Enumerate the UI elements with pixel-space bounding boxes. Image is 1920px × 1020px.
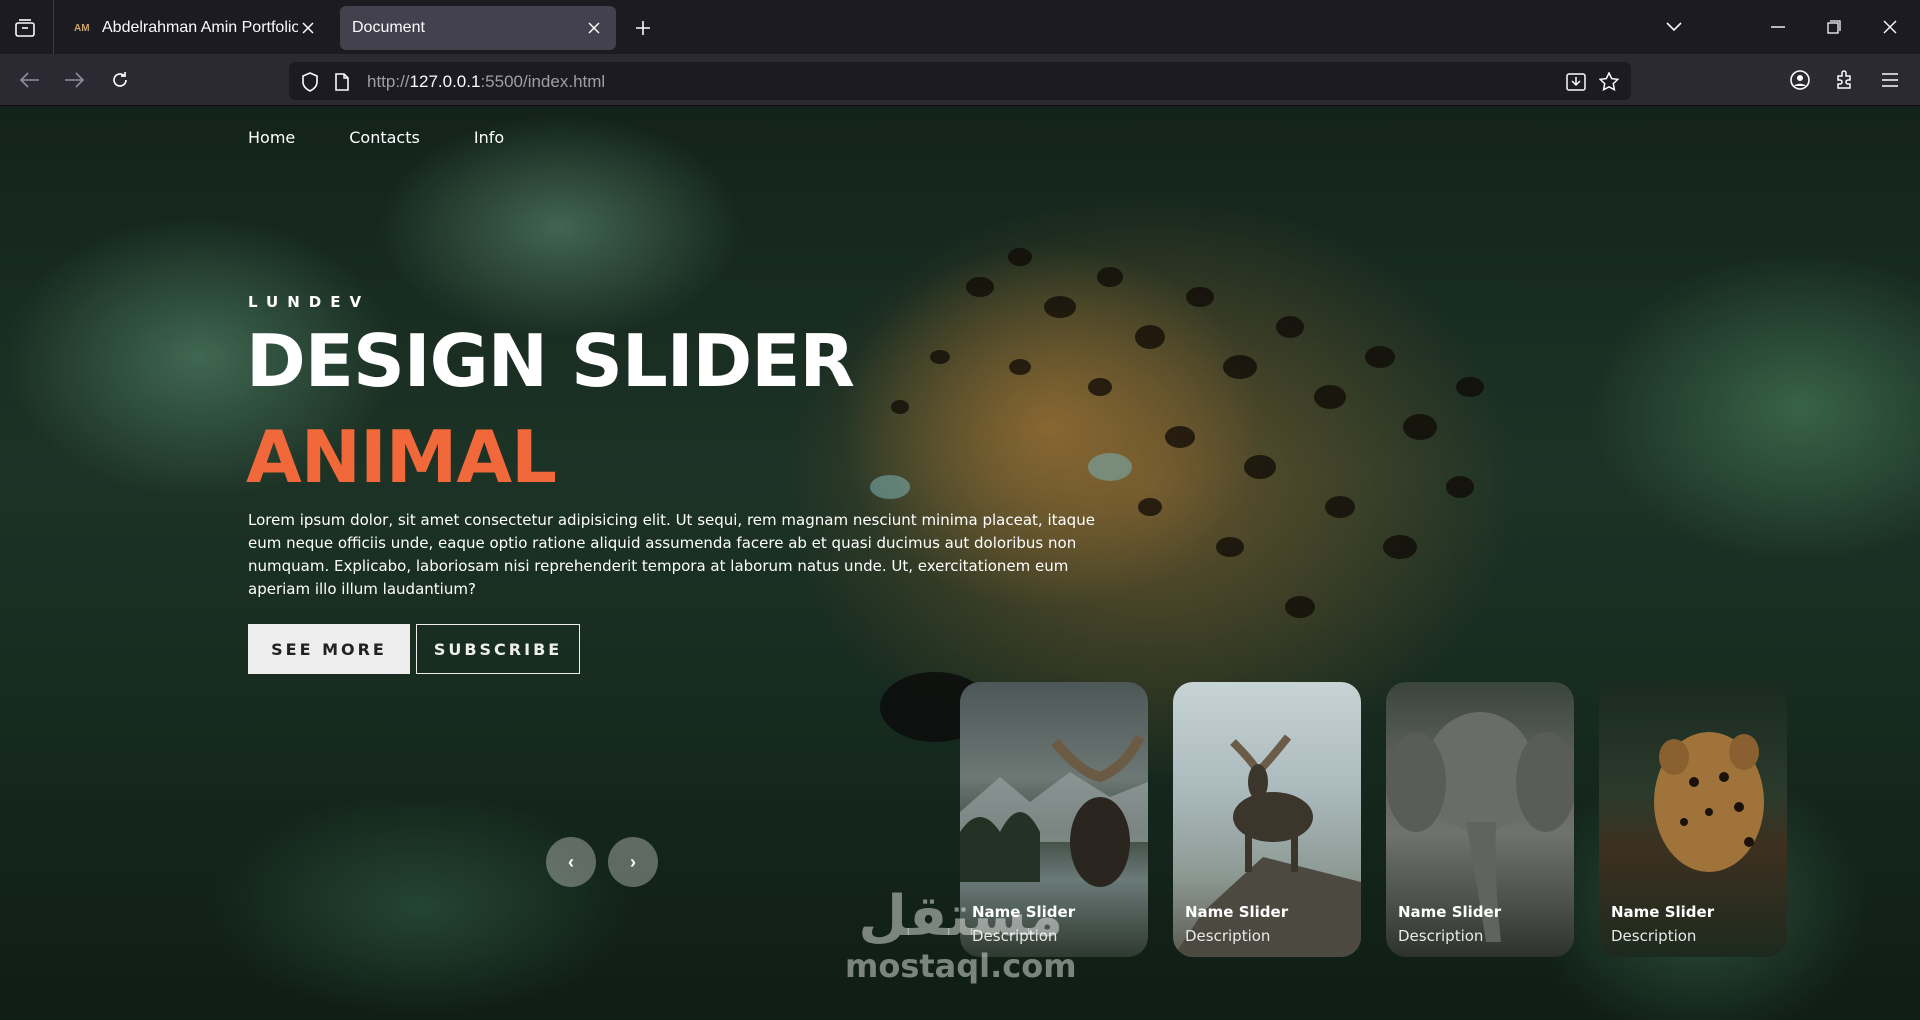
thumbnail-info: Name Slider Description	[1398, 903, 1501, 945]
reload-icon[interactable]	[104, 65, 136, 95]
mostaql-watermark: مستقل mostaql.com	[845, 884, 1077, 986]
slider-arrows: ‹ ›	[546, 837, 658, 887]
navigation-bar: http://127.0.0.1:5500/index.html	[0, 54, 1920, 106]
prev-arrow-button[interactable]: ‹	[546, 837, 596, 887]
portfolio-favicon-icon: AM	[74, 22, 90, 34]
slide-buttons: SEE MORE SUBSCRIBE	[248, 624, 580, 674]
slide-title: DESIGN SLIDER	[246, 319, 855, 403]
thumbnail-name: Name Slider	[1185, 903, 1289, 921]
slide-author: LUNDEV	[248, 293, 371, 311]
new-tab-icon[interactable]	[628, 14, 658, 42]
restore-icon[interactable]	[1816, 12, 1852, 42]
close-tab-icon[interactable]	[298, 18, 318, 38]
thumbnail-elephant[interactable]: Name Slider Description	[1386, 682, 1574, 957]
close-window-icon[interactable]	[1872, 12, 1908, 42]
menu-item-info[interactable]: Info	[474, 128, 504, 147]
thumbnail-info: Name Slider Description	[1611, 903, 1714, 945]
save-page-icon[interactable]	[1565, 71, 1587, 93]
thumbnail-jaguar[interactable]: Name Slider Description	[1599, 682, 1787, 957]
bookmark-star-icon[interactable]	[1598, 71, 1620, 93]
extensions-icon[interactable]	[1829, 65, 1861, 95]
back-icon[interactable]	[14, 65, 46, 95]
watermark-latin: mostaql.com	[845, 947, 1077, 985]
url-host: 127.0.0.1	[409, 72, 481, 91]
tab-list-icon[interactable]	[10, 14, 40, 42]
thumbnail-list: Name Slider Description Name Slider Desc…	[960, 682, 1787, 957]
thumbnail-description: Description	[1398, 927, 1484, 945]
menu-item-contacts[interactable]: Contacts	[349, 128, 420, 147]
thumbnail-description: Description	[1611, 927, 1697, 945]
tab-title: Abdelrahman Amin Portfolio	[102, 19, 298, 36]
tab-document[interactable]: Document	[340, 6, 616, 50]
slide-description: Lorem ipsum dolor, sit amet consectetur …	[248, 511, 1095, 598]
thumbnail-moose-rock[interactable]: Name Slider Description	[1173, 682, 1361, 957]
forward-icon[interactable]	[58, 65, 90, 95]
thumbnail-description: Description	[1185, 927, 1271, 945]
slider-page: Home Contacts Info LUNDEV DESIGN SLIDER …	[0, 107, 1920, 1020]
tab-bar: AM Abdelrahman Amin Portfolio Document	[0, 0, 1920, 54]
menu-icon[interactable]	[1874, 65, 1906, 95]
close-tab-icon[interactable]	[584, 18, 604, 38]
minimize-icon[interactable]	[1760, 12, 1796, 42]
url-text[interactable]: http://127.0.0.1:5500/index.html	[367, 72, 605, 92]
account-icon[interactable]	[1784, 65, 1816, 95]
url-suffix: :5500/index.html	[480, 72, 606, 91]
tab-separator	[53, 0, 54, 54]
watermark-arabic: مستقل	[858, 884, 1064, 949]
next-arrow-button[interactable]: ›	[608, 837, 658, 887]
subscribe-button[interactable]: SUBSCRIBE	[416, 624, 580, 674]
thumbnail-name: Name Slider	[1398, 903, 1502, 921]
tab-title: Document	[352, 19, 425, 36]
chevron-down-icon[interactable]	[1656, 12, 1692, 42]
main-menu: Home Contacts Info	[248, 128, 504, 147]
menu-item-home[interactable]: Home	[248, 128, 295, 147]
thumbnail-name: Name Slider	[1611, 903, 1715, 921]
see-more-button[interactable]: SEE MORE	[248, 624, 410, 674]
shield-icon[interactable]	[299, 71, 321, 93]
url-prefix: http://	[367, 72, 410, 91]
thumbnail-info: Name Slider Description	[1185, 903, 1288, 945]
page-icon[interactable]	[331, 71, 353, 93]
slide-topic: ANIMAL	[246, 415, 557, 499]
address-bar[interactable]: http://127.0.0.1:5500/index.html	[289, 62, 1631, 100]
tab-portfolio[interactable]: AM Abdelrahman Amin Portfolio	[62, 6, 330, 50]
